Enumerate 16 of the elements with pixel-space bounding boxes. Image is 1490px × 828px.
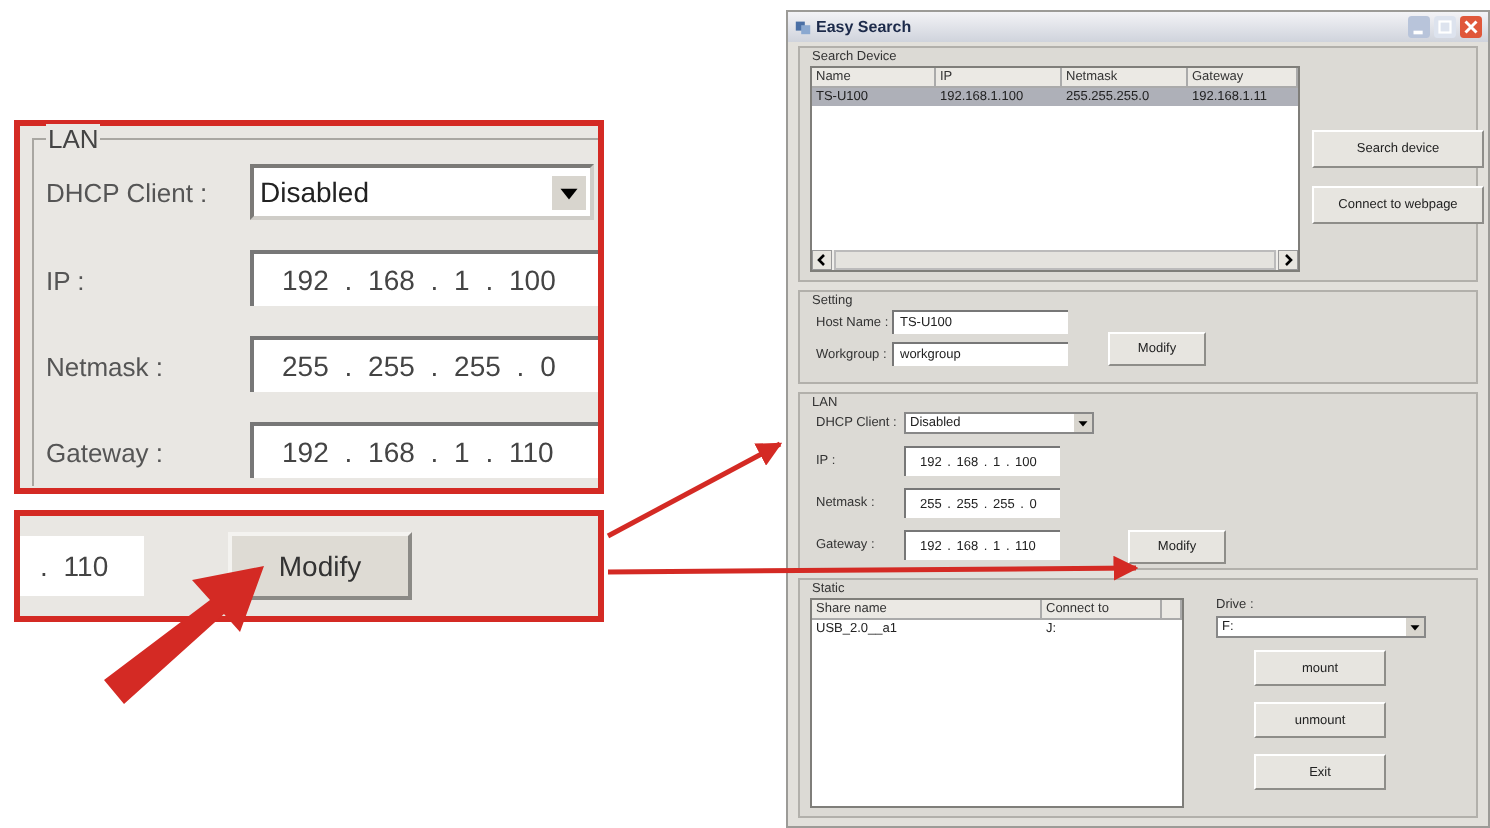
ip-field[interactable]: 192 . 168 . 1 . 110 bbox=[250, 422, 598, 478]
field-label: DHCP Client : bbox=[46, 177, 210, 207]
scroll-left-icon[interactable] bbox=[812, 250, 832, 270]
field-label: Netmask : bbox=[46, 351, 166, 381]
dhcp-dropdown[interactable]: Disabled bbox=[250, 164, 594, 220]
modify-button[interactable]: Modify bbox=[228, 532, 412, 600]
close-icon[interactable] bbox=[1460, 16, 1482, 38]
app-icon bbox=[794, 18, 812, 36]
ip-field[interactable]: 255 . 255 . 255 . 0 bbox=[250, 336, 598, 392]
group-legend: LAN bbox=[46, 124, 101, 154]
ip-field[interactable]: 192 . 168 . 1 . 100 bbox=[250, 250, 598, 306]
field-label: IP : bbox=[46, 265, 87, 295]
window-title: Easy Search bbox=[816, 18, 912, 36]
scroll-right-icon[interactable] bbox=[1278, 250, 1298, 270]
field-label: Gateway : bbox=[46, 437, 166, 467]
ip-field[interactable]: . 110 bbox=[20, 536, 144, 596]
